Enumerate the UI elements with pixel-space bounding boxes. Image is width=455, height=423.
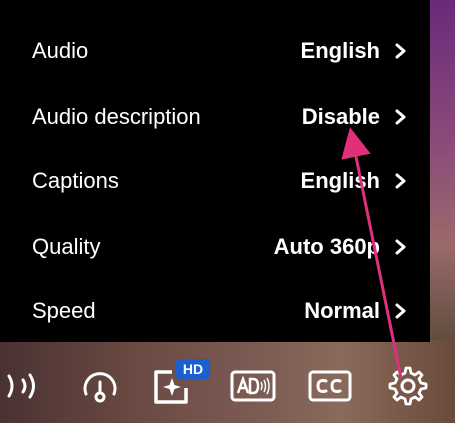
chevron-right-icon xyxy=(395,43,406,59)
menu-item-speed[interactable]: Speed Normal xyxy=(0,278,430,344)
menu-item-label: Captions xyxy=(32,168,119,193)
player-controls-bar xyxy=(0,350,455,423)
menu-item-audio[interactable]: Audio English xyxy=(0,18,430,84)
video-background-edge xyxy=(430,0,455,350)
speed-gauge-icon xyxy=(83,372,117,403)
chevron-right-icon xyxy=(395,109,406,125)
volume-icon xyxy=(7,373,35,399)
menu-item-value: English xyxy=(300,168,380,193)
settings-button[interactable] xyxy=(380,358,436,414)
menu-item-value: Normal xyxy=(304,298,380,323)
menu-item-label: Quality xyxy=(32,234,101,259)
menu-item-label: Speed xyxy=(32,298,96,323)
volume-button[interactable] xyxy=(0,358,50,414)
menu-item-value: Auto 360p xyxy=(273,234,380,259)
audio-description-icon xyxy=(230,370,276,402)
chevron-right-icon xyxy=(395,303,406,319)
closed-captions-button[interactable] xyxy=(302,358,358,414)
hd-badge: HD xyxy=(176,359,210,379)
audio-description-button[interactable] xyxy=(225,358,281,414)
menu-item-value: English xyxy=(300,38,380,63)
menu-item-audio-description[interactable]: Audio description Disable xyxy=(0,84,430,150)
chevron-right-icon xyxy=(395,239,406,255)
settings-menu: Audio English Audio description Disable … xyxy=(0,0,430,342)
menu-item-label: Audio xyxy=(32,38,89,63)
chevron-right-icon xyxy=(395,173,406,189)
playback-speed-button[interactable] xyxy=(72,358,128,414)
menu-item-captions[interactable]: Captions English xyxy=(0,148,430,214)
menu-item-value: Disable xyxy=(301,104,380,129)
menu-item-label: Audio description xyxy=(32,104,201,129)
closed-captions-icon xyxy=(308,370,352,402)
gear-icon xyxy=(388,366,428,406)
menu-item-quality[interactable]: Quality Auto 360p xyxy=(0,214,430,280)
